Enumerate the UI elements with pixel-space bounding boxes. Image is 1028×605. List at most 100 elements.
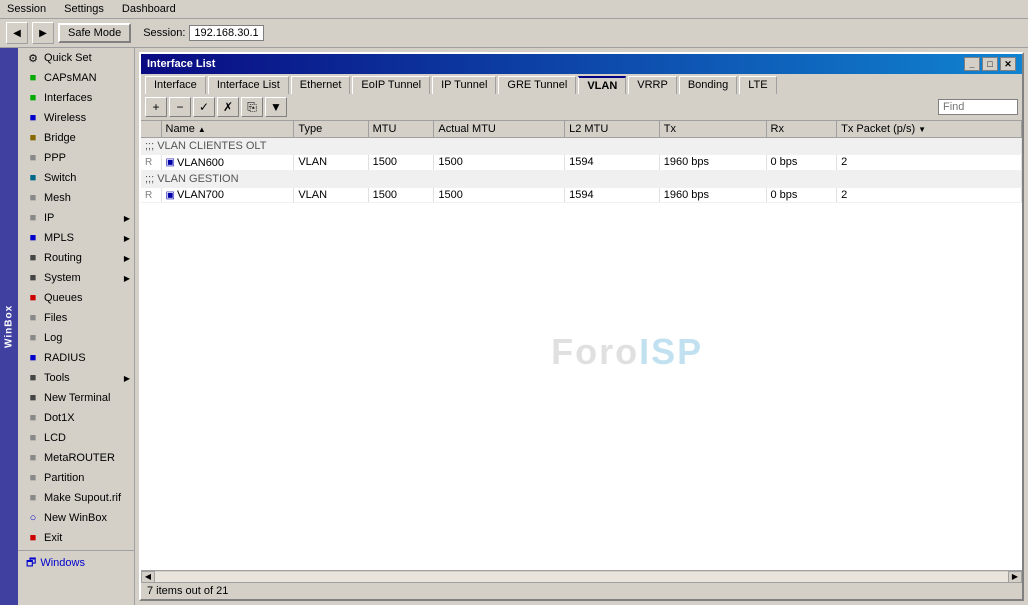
capsman-icon: ■ <box>26 71 40 85</box>
tab-bonding[interactable]: Bonding <box>679 76 737 94</box>
sidebar-item-capsman[interactable]: ■ CAPsMAN <box>18 68 134 88</box>
sidebar-item-windows[interactable]: 🗗 Windows <box>18 553 134 573</box>
session-label: Session: <box>143 27 185 39</box>
table-row[interactable]: R ▣ VLAN600 VLAN 1500 1500 1594 <box>141 155 1022 171</box>
sidebar-item-quick-set[interactable]: ⚙ Quick Set <box>18 48 134 68</box>
menu-settings[interactable]: Settings <box>61 2 107 16</box>
sidebar-item-mpls[interactable]: ■ MPLS ▶ <box>18 228 134 248</box>
scroll-right-button[interactable]: ▶ <box>1008 571 1022 583</box>
sidebar-item-mesh[interactable]: ■ Mesh <box>18 188 134 208</box>
sidebar-item-label-tools: Tools <box>44 372 70 384</box>
col-rx[interactable]: Rx <box>766 121 837 138</box>
sidebar-item-interfaces[interactable]: ■ Interfaces <box>18 88 134 108</box>
sidebar-item-make-supout[interactable]: ■ Make Supout.rif <box>18 488 134 508</box>
tools-icon: ■ <box>26 371 40 385</box>
window-maximize-button[interactable]: □ <box>982 57 998 71</box>
sidebar-item-switch[interactable]: ■ Switch <box>18 168 134 188</box>
sidebar-item-exit[interactable]: ■ Exit <box>18 528 134 548</box>
sidebar-item-label-lcd: LCD <box>44 432 66 444</box>
tab-interface[interactable]: Interface <box>145 76 206 94</box>
window-titlebar: Interface List _ □ ✕ <box>141 54 1022 74</box>
metarouter-icon: ■ <box>26 451 40 465</box>
interface-list-window: Interface List _ □ ✕ Interface Interface… <box>139 52 1024 601</box>
sidebar-item-label-mpls: MPLS <box>44 232 74 244</box>
sidebar-item-label-partition: Partition <box>44 472 84 484</box>
sidebar-item-label-metarouter: MetaROUTER <box>44 452 115 464</box>
sidebar-item-log[interactable]: ■ Log <box>18 328 134 348</box>
sidebar-item-new-winbox[interactable]: ○ New WinBox <box>18 508 134 528</box>
ip-arrow-icon: ▶ <box>124 214 130 223</box>
col-l2-mtu[interactable]: L2 MTU <box>565 121 660 138</box>
sidebar-item-ip[interactable]: ■ IP ▶ <box>18 208 134 228</box>
copy-button[interactable]: ⎘ <box>241 97 263 117</box>
col-flag[interactable] <box>141 121 161 138</box>
scroll-left-button[interactable]: ◀ <box>141 571 155 583</box>
partition-icon: ■ <box>26 471 40 485</box>
wireless-icon: ■ <box>26 111 40 125</box>
sidebar-item-new-terminal[interactable]: ■ New Terminal <box>18 388 134 408</box>
remove-button[interactable]: − <box>169 97 191 117</box>
table-row[interactable]: R ▣ VLAN700 VLAN 1500 1500 1594 <box>141 187 1022 203</box>
tab-vlan[interactable]: VLAN <box>578 76 626 94</box>
find-input[interactable] <box>938 99 1018 115</box>
sidebar-item-tools[interactable]: ■ Tools ▶ <box>18 368 134 388</box>
sidebar-item-label-queues: Queues <box>44 292 83 304</box>
col-tx[interactable]: Tx <box>659 121 766 138</box>
tab-lte[interactable]: LTE <box>739 76 776 94</box>
add-button[interactable]: + <box>145 97 167 117</box>
disable-button[interactable]: ✗ <box>217 97 239 117</box>
row-l2-mtu: 1594 <box>565 187 660 203</box>
row-flag: R <box>141 155 161 171</box>
sidebar-item-bridge[interactable]: ■ Bridge <box>18 128 134 148</box>
sidebar-item-queues[interactable]: ■ Queues <box>18 288 134 308</box>
tab-gre-tunnel[interactable]: GRE Tunnel <box>498 76 576 94</box>
sidebar-item-label-routing: Routing <box>44 252 82 264</box>
tab-vrrp[interactable]: VRRP <box>628 76 677 94</box>
col-type[interactable]: Type <box>294 121 368 138</box>
tab-interface-list[interactable]: Interface List <box>208 76 289 94</box>
sidebar: WinBox ⚙ Quick Set ■ CAPsMAN ■ Interface… <box>0 48 135 605</box>
row-tx: 1960 bps <box>659 155 766 171</box>
col-name[interactable]: Name ▲ <box>161 121 294 138</box>
filter-button[interactable]: ▼ <box>265 97 287 117</box>
sidebar-item-metarouter[interactable]: ■ MetaROUTER <box>18 448 134 468</box>
tab-ip-tunnel[interactable]: IP Tunnel <box>432 76 496 94</box>
sidebar-item-lcd[interactable]: ■ LCD <box>18 428 134 448</box>
sidebar-item-label-interfaces: Interfaces <box>44 92 92 104</box>
tab-eoip-tunnel[interactable]: EoIP Tunnel <box>352 76 430 94</box>
menu-dashboard[interactable]: Dashboard <box>119 2 179 16</box>
sidebar-item-radius[interactable]: ■ RADIUS <box>18 348 134 368</box>
routing-icon: ■ <box>26 251 40 265</box>
col-mtu[interactable]: MTU <box>368 121 434 138</box>
sidebar-item-routing[interactable]: ■ Routing ▶ <box>18 248 134 268</box>
window-close-button[interactable]: ✕ <box>1000 57 1016 71</box>
forward-button[interactable]: ▶ <box>32 22 54 44</box>
back-button[interactable]: ◀ <box>6 22 28 44</box>
row-type: VLAN <box>294 187 368 203</box>
sidebar-item-dot1x[interactable]: ■ Dot1X <box>18 408 134 428</box>
sidebar-item-wireless[interactable]: ■ Wireless <box>18 108 134 128</box>
sidebar-item-label-exit: Exit <box>44 532 62 544</box>
sidebar-item-files[interactable]: ■ Files <box>18 308 134 328</box>
sidebar-item-label-mesh: Mesh <box>44 192 71 204</box>
scroll-track[interactable] <box>155 572 1008 582</box>
sidebar-item-ppp[interactable]: ■ PPP <box>18 148 134 168</box>
horizontal-scrollbar[interactable]: ◀ ▶ <box>141 570 1022 582</box>
row-mtu: 1500 <box>368 187 434 203</box>
group-label-vlan-gestion: ;;; VLAN GESTION <box>141 170 1022 187</box>
safe-mode-button[interactable]: Safe Mode <box>58 23 131 43</box>
quick-set-icon: ⚙ <box>26 51 40 65</box>
window-minimize-button[interactable]: _ <box>964 57 980 71</box>
enable-button[interactable]: ✓ <box>193 97 215 117</box>
menu-session[interactable]: Session <box>4 2 49 16</box>
table-container[interactable]: Name ▲ Type MTU Actual MTU L2 MTU Tx Rx … <box>141 121 1022 570</box>
col-tx-packet[interactable]: Tx Packet (p/s) ▼ <box>837 121 1022 138</box>
sidebar-item-partition[interactable]: ■ Partition <box>18 468 134 488</box>
system-arrow-icon: ▶ <box>124 274 130 283</box>
files-icon: ■ <box>26 311 40 325</box>
col-actual-mtu[interactable]: Actual MTU <box>434 121 565 138</box>
table-header-row: Name ▲ Type MTU Actual MTU L2 MTU Tx Rx … <box>141 121 1022 138</box>
tab-ethernet[interactable]: Ethernet <box>291 76 351 94</box>
sidebar-item-system[interactable]: ■ System ▶ <box>18 268 134 288</box>
group-row-vlan-gestion: ;;; VLAN GESTION <box>141 170 1022 187</box>
